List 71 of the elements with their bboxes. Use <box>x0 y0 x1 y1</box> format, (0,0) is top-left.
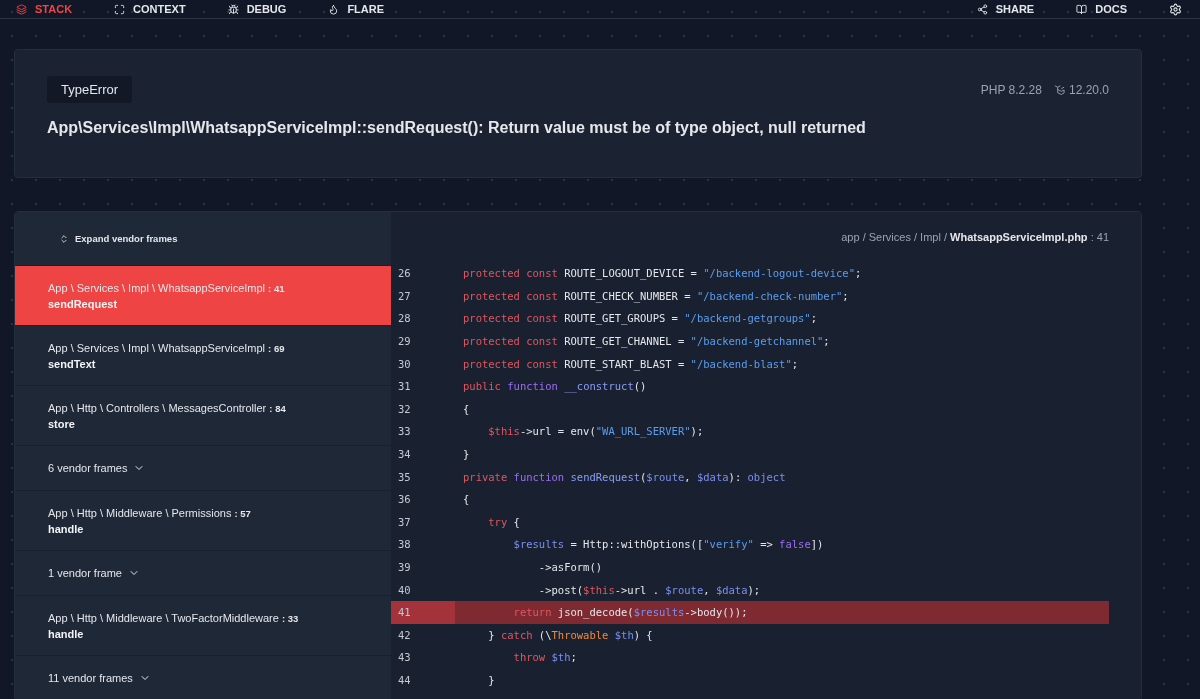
line-number: 32 <box>397 401 412 417</box>
line-number: 28 <box>397 311 412 327</box>
line-number: 26 <box>397 266 412 282</box>
frame-class: App \ Http \ Middleware \ Permissions : 57 <box>48 506 252 519</box>
code-line: try { <box>487 515 520 528</box>
code-line: ->asForm() <box>537 561 603 573</box>
line-number: 39 <box>397 560 412 575</box>
code-line: return json_decode($results->body()); <box>512 606 748 619</box>
line-number: 37 <box>397 514 412 530</box>
frame-class: App \ Http \ Middleware \ TwoFactorMiddleware : 33 <box>48 611 300 624</box>
line-number: 30 <box>397 356 412 372</box>
line-number: 38 <box>397 537 412 553</box>
layers-icon <box>16 3 27 15</box>
code-line: protected const ROUTE_GET_GROUPS = "/backend-getgroups"; <box>463 312 818 325</box>
vendor-frames-toggle[interactable]: 1 vendor frame <box>48 567 122 579</box>
code-line: } <box>487 674 495 686</box>
code-line: protected const ROUTE_LOGOUT_DEVICE = "/backend-logout-device"; <box>463 267 862 280</box>
line-number: 34 <box>397 447 412 463</box>
line-number: 40 <box>397 582 412 598</box>
error-message: App\Services\Impl\WhatsappServiceImpl::sendRequest(): Return value must be of type object, null returned <box>47 119 867 137</box>
frame-class: App \ Http \ Controllers \ MessagesController : 84 <box>48 401 287 414</box>
vendor-frames-toggle[interactable]: 11 vendor frames <box>48 672 133 684</box>
frame-method: sendText <box>48 357 97 370</box>
code-line: $this->url = env("WA_URL_SERVER"); <box>487 425 704 438</box>
frame-class: App \ Services \ Impl \ WhatsappServiceImpl : 69 <box>48 341 286 354</box>
php-version: PHP 8.2.28 <box>980 82 1042 97</box>
expand-icon <box>114 3 126 15</box>
code-line: private function sendRequest($route, $data): object <box>463 470 786 483</box>
frame-method: handle <box>48 627 85 640</box>
laravel-version: 12.20.0 <box>1068 82 1109 97</box>
frame-method: handle <box>48 522 85 535</box>
code-line: } <box>463 448 470 461</box>
file-path: app / Services / Impl / WhatsappServiceImpl.php : 41 <box>841 231 1109 243</box>
code-line: { <box>463 402 470 415</box>
line-number: 36 <box>397 492 412 508</box>
code-line: protected const ROUTE_CHECK_NUMBER = "/backend-check-number"; <box>463 289 849 302</box>
nav-tab[interactable]: STACK <box>16 3 73 15</box>
code-line: } catch (\Throwable $th) { <box>487 628 653 641</box>
line-number: 44 <box>397 673 412 688</box>
flame-icon <box>328 3 340 15</box>
code-line: protected const ROUTE_START_BLAST = "/backend-blast"; <box>463 357 799 370</box>
line-number: 35 <box>397 469 412 485</box>
frame-class: App \ Services \ Impl \ WhatsappServiceImpl : 41 <box>48 281 286 294</box>
line-number: 33 <box>397 424 412 440</box>
nav-tab[interactable]: DEBUG <box>227 3 287 15</box>
up-down-icon <box>59 233 69 244</box>
nav-tab[interactable]: CONTEXT <box>114 3 186 15</box>
frame-method: store <box>48 417 76 430</box>
nav-link[interactable]: SHARE <box>976 3 1035 15</box>
code-line: protected const ROUTE_GET_CHANNEL = "/backend-getchannel"; <box>463 335 830 348</box>
frame-method: sendRequest <box>48 297 119 310</box>
code-line: public function __construct() <box>463 380 647 393</box>
expand-vendor-frames-button[interactable]: Expand vendor frames <box>53 229 184 248</box>
line-number: 27 <box>397 288 412 304</box>
code-line: { <box>463 493 470 506</box>
code-line: ->post($this->url . $route, $data); <box>537 583 761 596</box>
bug-icon <box>227 3 239 15</box>
settings-icon[interactable] <box>1169 2 1182 16</box>
line-number: 29 <box>397 334 412 350</box>
code-line: throw $th; <box>512 651 577 664</box>
code-line: $results = Http::withOptions(["verify" => false]) <box>512 538 824 551</box>
exception-badge: TypeError <box>47 76 133 103</box>
share-icon <box>976 3 988 15</box>
nav-tab[interactable]: FLARE <box>328 3 385 15</box>
vendor-frames-toggle[interactable]: 6 vendor frames <box>48 462 128 474</box>
line-number: 41 <box>391 600 455 624</box>
line-number: 43 <box>397 650 412 666</box>
line-number: 31 <box>397 379 412 395</box>
nav-link[interactable]: DOCS <box>1076 3 1127 15</box>
book-icon <box>1076 3 1088 15</box>
line-number: 42 <box>397 627 412 643</box>
